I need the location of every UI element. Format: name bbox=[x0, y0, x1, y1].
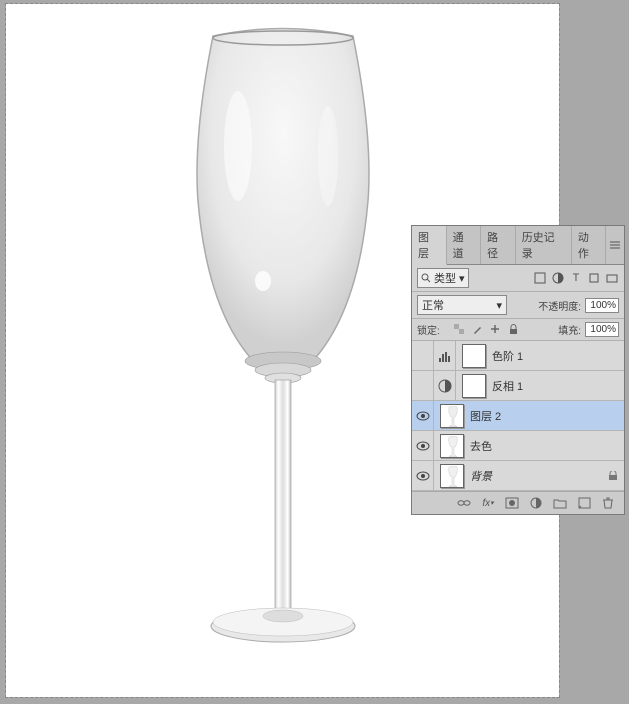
new-group-icon[interactable] bbox=[552, 496, 568, 510]
lock-label: 锁定: bbox=[417, 322, 440, 337]
layer-name: 反相 1 bbox=[492, 378, 523, 394]
lock-fill-row: 锁定: 填充: 100% bbox=[412, 319, 624, 341]
tab-history[interactable]: 历史记录 bbox=[516, 226, 572, 264]
visibility-toggle[interactable] bbox=[412, 341, 434, 370]
visibility-toggle[interactable] bbox=[412, 431, 434, 460]
layers-list: 色阶 1 反相 1 图层 2 bbox=[412, 341, 624, 491]
adjustment-icon-slot bbox=[434, 371, 456, 400]
link-layers-icon[interactable] bbox=[456, 496, 472, 510]
dropdown-arrow-icon: ▾ bbox=[496, 299, 502, 312]
tab-layers[interactable]: 图层 bbox=[412, 226, 447, 265]
levels-icon bbox=[437, 348, 453, 364]
eye-icon bbox=[416, 471, 430, 481]
layer-row-levels[interactable]: 色阶 1 bbox=[412, 341, 624, 371]
layer-fx-icon[interactable]: fx▾ bbox=[480, 496, 496, 510]
filter-smart-icon[interactable] bbox=[605, 271, 619, 285]
filter-type-select[interactable]: 类型 ▾ bbox=[417, 268, 469, 288]
panel-menu-icon[interactable] bbox=[606, 226, 624, 264]
tab-channels[interactable]: 通道 bbox=[447, 226, 482, 264]
layer-row-layer2[interactable]: 图层 2 bbox=[412, 401, 624, 431]
panel-bottom-buttons: fx▾ bbox=[412, 491, 624, 514]
layer-thumbnail[interactable] bbox=[440, 464, 464, 488]
new-layer-icon[interactable] bbox=[576, 496, 592, 510]
tab-paths[interactable]: 路径 bbox=[481, 226, 516, 264]
eye-icon bbox=[416, 441, 430, 451]
filter-shape-icon[interactable] bbox=[587, 271, 601, 285]
blend-mode-select[interactable]: 正常 ▾ bbox=[417, 295, 507, 315]
panel-tabs: 图层 通道 路径 历史记录 动作 bbox=[412, 226, 624, 265]
opacity-label: 不透明度: bbox=[538, 298, 581, 313]
layer-row-invert[interactable]: 反相 1 bbox=[412, 371, 624, 401]
search-icon bbox=[421, 273, 431, 283]
layer-mask-thumbnail[interactable] bbox=[462, 344, 486, 368]
lock-transparency-icon[interactable] bbox=[454, 324, 466, 336]
add-mask-icon[interactable] bbox=[504, 496, 520, 510]
lock-position-icon[interactable] bbox=[490, 324, 502, 336]
opacity-input[interactable]: 100% bbox=[585, 298, 619, 313]
delete-layer-icon[interactable] bbox=[600, 496, 616, 510]
dropdown-arrow-icon: ▾ bbox=[459, 272, 465, 285]
layer-thumbnail[interactable] bbox=[440, 404, 464, 428]
tab-actions[interactable]: 动作 bbox=[572, 226, 607, 264]
visibility-toggle[interactable] bbox=[412, 401, 434, 430]
filter-pixel-icon[interactable] bbox=[533, 271, 547, 285]
wine-glass-image bbox=[173, 26, 393, 656]
new-adjustment-icon[interactable] bbox=[528, 496, 544, 510]
layer-thumbnail[interactable] bbox=[440, 434, 464, 458]
blend-mode-value: 正常 bbox=[422, 297, 444, 313]
fill-input[interactable]: 100% bbox=[585, 322, 619, 337]
layer-row-desaturate[interactable]: 去色 bbox=[412, 431, 624, 461]
adjustment-icon-slot bbox=[434, 341, 456, 370]
eye-icon bbox=[416, 411, 430, 421]
fill-label: 填充: bbox=[558, 322, 581, 337]
layer-mask-thumbnail[interactable] bbox=[462, 374, 486, 398]
layer-name: 背景 bbox=[470, 468, 492, 484]
layer-name: 图层 2 bbox=[470, 408, 501, 424]
layer-name: 去色 bbox=[470, 438, 492, 454]
layer-row-background[interactable]: 背景 bbox=[412, 461, 624, 491]
lock-pixels-icon[interactable] bbox=[472, 324, 484, 336]
lock-icon bbox=[608, 471, 618, 481]
layers-panel: 图层 通道 路径 历史记录 动作 类型 ▾ T 正常 ▾ 不透明度: 100% bbox=[411, 225, 625, 515]
layer-name: 色阶 1 bbox=[492, 348, 523, 364]
visibility-toggle[interactable] bbox=[412, 461, 434, 490]
filter-adjustment-icon[interactable] bbox=[551, 271, 565, 285]
blend-opacity-row: 正常 ▾ 不透明度: 100% bbox=[412, 292, 624, 319]
lock-all-icon[interactable] bbox=[508, 324, 520, 336]
filter-type-icon[interactable]: T bbox=[569, 271, 583, 285]
filter-label: 类型 bbox=[434, 270, 456, 286]
invert-icon bbox=[437, 378, 453, 394]
visibility-toggle[interactable] bbox=[412, 371, 434, 400]
layer-filter-row: 类型 ▾ T bbox=[412, 265, 624, 292]
